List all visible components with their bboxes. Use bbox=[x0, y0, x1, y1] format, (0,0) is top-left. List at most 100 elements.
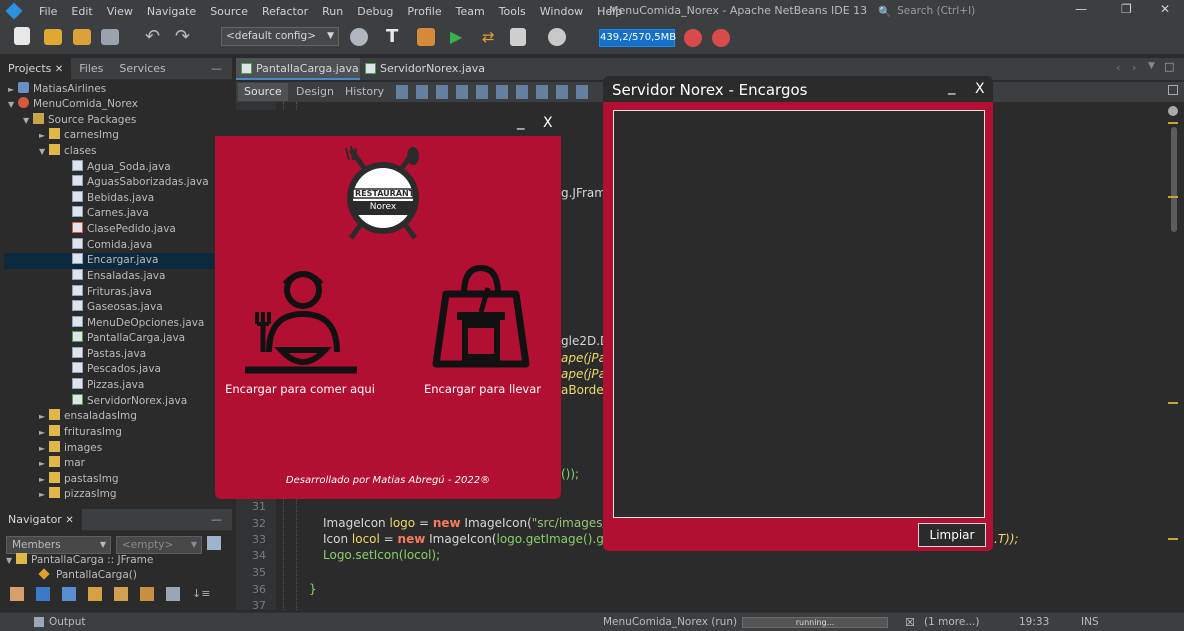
new-file-icon[interactable] bbox=[14, 27, 30, 45]
clean-build-icon[interactable] bbox=[417, 28, 435, 46]
tree-item[interactable]: Pastas.java bbox=[72, 347, 146, 363]
filter-icon[interactable] bbox=[207, 536, 221, 550]
scroll-thumb[interactable] bbox=[1171, 127, 1177, 232]
gc-icon[interactable] bbox=[684, 29, 702, 47]
tree-item[interactable]: ► MatiasAirlines bbox=[8, 82, 106, 98]
tree-item[interactable]: ► pizzasImg bbox=[39, 487, 117, 503]
minimize-window-icon[interactable]: — bbox=[1075, 2, 1087, 16]
minimize-button[interactable]: _ bbox=[517, 112, 525, 130]
tree-item[interactable]: ServidorNorex.java bbox=[72, 394, 187, 410]
close-icon[interactable]: ✕ bbox=[55, 64, 63, 75]
chevron-right-icon[interactable]: › bbox=[1132, 61, 1136, 74]
menu-navigate[interactable]: Navigate bbox=[140, 5, 203, 18]
orders-text-area[interactable] bbox=[613, 110, 985, 518]
close-button[interactable]: X bbox=[543, 115, 553, 131]
tree-item[interactable]: ClasePedido.java bbox=[72, 222, 176, 238]
tree-item[interactable]: MenuDeOpciones.java bbox=[72, 316, 204, 332]
menu-team[interactable]: Team bbox=[449, 5, 492, 18]
tab-navigator[interactable]: Navigator ✕ bbox=[0, 508, 82, 531]
sort-alpha-icon[interactable] bbox=[166, 587, 180, 601]
memory-meter[interactable]: 439,2/570,5MB bbox=[599, 29, 676, 47]
design-view-button[interactable]: Design bbox=[290, 83, 340, 101]
menu-tools[interactable]: Tools bbox=[492, 5, 533, 18]
tab-list-icon[interactable]: ▼ bbox=[1148, 61, 1155, 71]
tree-item[interactable]: ► ensaladasImg bbox=[39, 409, 137, 425]
navigator-class-node[interactable]: ▼ PantallaCarga :: JFrame bbox=[6, 553, 153, 569]
history-view-button[interactable]: History bbox=[339, 83, 390, 101]
tree-item[interactable]: AguasSaborizadas.java bbox=[72, 175, 209, 191]
undo-icon[interactable]: ↶ bbox=[145, 27, 165, 47]
new-project-icon[interactable] bbox=[44, 29, 62, 45]
search-input[interactable]: 🔍 Search (Ctrl+I) bbox=[878, 3, 1028, 19]
tree-item[interactable]: ▼ Source Packages bbox=[23, 113, 136, 129]
tree-item[interactable]: ▼ clases bbox=[39, 144, 97, 160]
tree-item[interactable]: Bebidas.java bbox=[72, 191, 154, 207]
tab-files[interactable]: Files bbox=[71, 58, 111, 80]
output-button[interactable]: Output bbox=[49, 616, 85, 628]
tree-item[interactable]: ► friturasImg bbox=[39, 425, 122, 441]
config-select[interactable]: <default config> ▼ bbox=[221, 27, 339, 46]
menu-debug[interactable]: Debug bbox=[350, 5, 400, 18]
minimize-panel-icon[interactable]: — bbox=[211, 513, 222, 526]
minimize-panel-icon[interactable]: — bbox=[211, 62, 222, 75]
fields-filter-icon[interactable] bbox=[10, 587, 24, 601]
tree-item[interactable]: Ensaladas.java bbox=[72, 269, 165, 285]
static-filter-icon[interactable] bbox=[36, 587, 50, 601]
menu-window[interactable]: Window bbox=[533, 5, 590, 18]
source-view-button[interactable]: Source bbox=[238, 83, 288, 101]
redo-icon[interactable]: ↷ bbox=[175, 27, 195, 47]
members-select[interactable]: Members ▼ bbox=[6, 536, 111, 554]
tree-item[interactable]: ► mar bbox=[39, 456, 85, 472]
tree-item[interactable]: ▼ MenuComida_Norex bbox=[8, 97, 138, 113]
menu-profile[interactable]: Profile bbox=[400, 5, 448, 18]
inherited-filter-icon[interactable] bbox=[114, 587, 128, 601]
debug-icon[interactable]: ⇄ bbox=[482, 27, 502, 47]
editor-toolbar-icons[interactable] bbox=[396, 85, 596, 99]
stop-icon[interactable]: ☒ bbox=[905, 616, 915, 629]
output-icon[interactable] bbox=[34, 617, 44, 627]
editor-grid-icon[interactable] bbox=[1168, 85, 1178, 95]
dine-in-option[interactable]: Encargar para comer aqui bbox=[223, 264, 375, 404]
tree-item[interactable]: ► carnesImg bbox=[39, 128, 119, 144]
history-icon[interactable] bbox=[548, 28, 566, 46]
empty-select[interactable]: <empty> ▼ bbox=[116, 536, 202, 554]
menu-view[interactable]: View bbox=[100, 5, 140, 18]
menu-source[interactable]: Source bbox=[203, 5, 255, 18]
profile-icon[interactable] bbox=[510, 28, 526, 46]
tree-item[interactable]: ► pastasImg bbox=[39, 472, 119, 488]
menu-refactor[interactable]: Refactor bbox=[255, 5, 315, 18]
close-window-icon[interactable]: ✕ bbox=[1160, 2, 1170, 16]
tab-servidornorex[interactable]: ServidorNorex.java ✕ bbox=[360, 58, 485, 97]
open-project-icon[interactable] bbox=[73, 29, 91, 45]
maximize-editor-icon[interactable]: □ bbox=[1164, 60, 1174, 73]
sort-source-icon[interactable]: ↓≡ bbox=[192, 587, 210, 601]
globe-icon[interactable] bbox=[350, 28, 368, 46]
tree-item[interactable]: Agua_Soda.java bbox=[72, 160, 171, 176]
menu-run[interactable]: Run bbox=[315, 5, 350, 18]
run-project-icon[interactable]: ▶ bbox=[450, 27, 470, 47]
save-all-icon[interactable] bbox=[101, 29, 119, 45]
takeaway-option[interactable]: Encargar para llevar bbox=[410, 264, 555, 404]
editor-scrollbar[interactable] bbox=[1162, 102, 1184, 610]
tree-item[interactable]: Pescados.java bbox=[72, 362, 161, 378]
fqn-filter-icon[interactable] bbox=[140, 587, 154, 601]
close-icon[interactable]: ✕ bbox=[65, 515, 73, 526]
tree-item[interactable]: Carnes.java bbox=[72, 206, 149, 222]
tree-item[interactable]: Comida.java bbox=[72, 238, 152, 254]
tree-item[interactable]: PantallaCarga.java bbox=[72, 331, 185, 347]
close-button[interactable]: X bbox=[975, 81, 985, 97]
tab-pantallacarga[interactable]: PantallaCarga.java ✕ bbox=[236, 58, 360, 97]
menu-file[interactable]: File bbox=[32, 5, 64, 18]
restore-window-icon[interactable]: ❐ bbox=[1121, 2, 1132, 16]
build-hammer-icon[interactable]: T bbox=[386, 27, 406, 47]
tree-item[interactable]: Frituras.java bbox=[72, 285, 152, 301]
more-tasks-link[interactable]: (1 more...) bbox=[924, 616, 979, 628]
limpiar-button[interactable]: Limpiar bbox=[918, 523, 986, 547]
tree-item-selected[interactable]: Encargar.java bbox=[4, 253, 214, 269]
tab-services[interactable]: Services bbox=[111, 58, 173, 80]
lock-filter-icon[interactable] bbox=[88, 587, 102, 601]
minimize-button[interactable]: _ bbox=[948, 77, 956, 95]
nonpublic-filter-icon[interactable] bbox=[62, 587, 76, 601]
tab-projects[interactable]: Projects ✕ bbox=[0, 57, 72, 80]
tree-item[interactable]: Gaseosas.java bbox=[72, 300, 163, 316]
